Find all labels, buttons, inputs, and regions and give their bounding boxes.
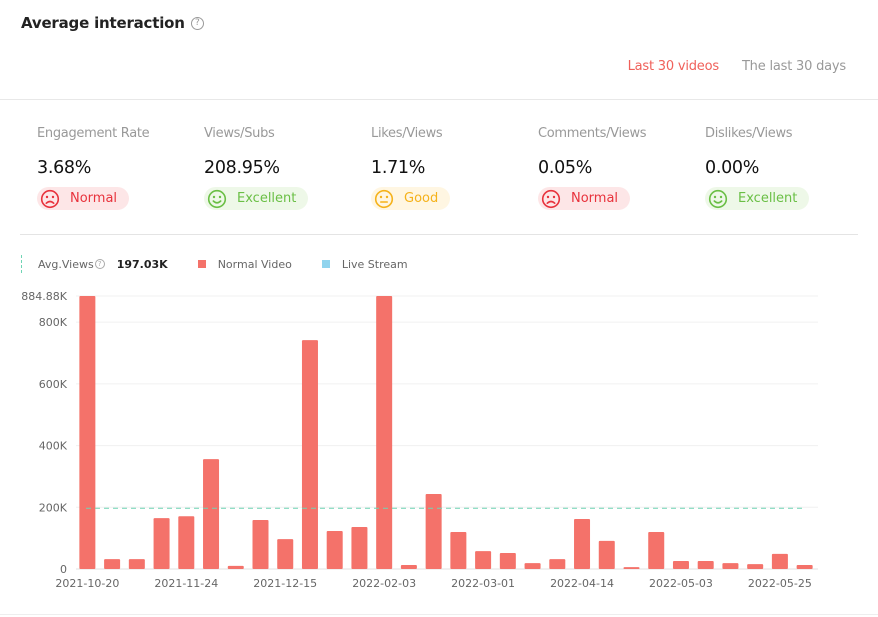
bar-normal-video[interactable]	[128, 559, 145, 569]
bar-normal-video[interactable]	[252, 519, 269, 569]
views-bar-chart: 0 200K 400K 600K 800K 884.88K 2021-10-20 2021-1…	[21, 290, 818, 590]
question-circle-icon[interactable]: ?	[190, 16, 204, 30]
status-badge: Normal	[37, 187, 130, 210]
legend-label: Normal Video	[217, 257, 292, 271]
status-badge: Good	[371, 187, 451, 210]
bar-normal-video[interactable]	[450, 531, 467, 569]
status-text: Normal	[571, 191, 619, 206]
bar-normal-video[interactable]	[376, 296, 393, 569]
sad-face-icon	[40, 189, 60, 209]
period-tabs: Last 30 videos The last 30 days	[628, 59, 847, 74]
metric-engagement-rate: Engagement Rate 3.68% Normal	[37, 126, 204, 213]
metric-value: 208.95%	[204, 158, 280, 178]
chart-legend: Avg.Views ? 197.03K Normal Video Live St…	[21, 255, 438, 273]
bar-normal-video[interactable]	[549, 559, 566, 569]
bar-normal-video[interactable]	[153, 518, 170, 569]
metric-comments-views: Comments/Views 0.05% Normal	[538, 126, 705, 213]
status-text: Excellent	[237, 191, 297, 206]
avg-views-label: Avg.Views ?	[38, 258, 105, 271]
x-tick-label: 2022-03-01	[451, 577, 515, 590]
normal-video-swatch	[197, 260, 206, 268]
bar-normal-video[interactable]	[203, 459, 220, 569]
metric-label: Views/Subs	[204, 126, 275, 141]
y-tick-label: 600K	[39, 378, 68, 391]
bar-normal-video[interactable]	[574, 519, 591, 569]
metric-label: Likes/Views	[371, 126, 443, 141]
bar-normal-video[interactable]	[499, 552, 516, 569]
smile-face-icon	[207, 189, 227, 209]
bar-normal-video[interactable]	[425, 494, 442, 569]
x-tick-label: 2021-10-20	[55, 577, 119, 590]
status-text: Good	[404, 191, 439, 206]
avg-views-label-text: Avg.Views	[38, 257, 94, 271]
y-tick-label: 800K	[39, 316, 68, 329]
bar-normal-video[interactable]	[351, 527, 368, 569]
neutral-face-icon	[374, 189, 394, 209]
metric-value: 3.68%	[37, 158, 92, 178]
bar-normal-video[interactable]	[178, 516, 195, 569]
metric-label: Dislikes/Views	[705, 126, 793, 141]
x-tick-label: 2022-05-25	[748, 577, 812, 590]
status-badge: Excellent	[705, 187, 810, 210]
y-tick-label: 200K	[39, 501, 68, 514]
bar-normal-video[interactable]	[771, 553, 788, 569]
bar-normal-video[interactable]	[796, 564, 813, 569]
legend-item-live-stream[interactable]: Live Stream	[321, 257, 408, 271]
bar-normal-video[interactable]	[475, 551, 492, 569]
bar-normal-video[interactable]	[277, 539, 294, 569]
sad-face-icon	[541, 189, 561, 209]
x-tick-label: 2021-11-24	[154, 577, 218, 590]
bar-normal-video[interactable]	[747, 564, 764, 569]
metric-likes-views: Likes/Views 1.71% Good	[371, 126, 538, 213]
bar-normal-video[interactable]	[326, 531, 343, 569]
tab-last-30-days[interactable]: The last 30 days	[742, 59, 846, 74]
metric-label: Engagement Rate	[37, 126, 150, 141]
metric-value: 1.71%	[371, 158, 426, 178]
section-header: Average interaction ? Last 30 videos The…	[0, 0, 878, 100]
smile-face-icon	[708, 189, 728, 209]
status-badge: Normal	[538, 187, 631, 210]
status-text: Normal	[70, 191, 118, 206]
question-circle-icon[interactable]: ?	[94, 259, 105, 269]
bottom-divider	[0, 614, 878, 615]
status-badge: Excellent	[204, 187, 309, 210]
bar-normal-video[interactable]	[623, 567, 640, 569]
metrics-row: Engagement Rate 3.68% Normal Views/Subs 208.…	[37, 126, 872, 213]
x-tick-label: 2022-04-14	[550, 577, 614, 590]
bar-normal-video[interactable]	[104, 559, 121, 569]
divider	[20, 234, 858, 235]
x-tick-label: 2021-12-15	[253, 577, 317, 590]
metric-views-subs: Views/Subs 208.95% Excellent	[204, 126, 371, 213]
bar-normal-video[interactable]	[722, 563, 739, 569]
x-tick-label: 2022-02-03	[352, 577, 416, 590]
bar-normal-video[interactable]	[697, 560, 714, 569]
bar-normal-video[interactable]	[648, 531, 665, 569]
status-text: Excellent	[738, 191, 798, 206]
legend-label: Live Stream	[341, 257, 408, 271]
y-tick-label: 884.88K	[21, 290, 67, 303]
avg-views-value: 197.03K	[116, 257, 168, 271]
bar-normal-video[interactable]	[400, 564, 417, 569]
metric-label: Comments/Views	[538, 126, 647, 141]
tab-last-30-videos[interactable]: Last 30 videos	[628, 59, 720, 74]
section-title-text: Average interaction	[21, 14, 185, 32]
legend-item-normal-video[interactable]: Normal Video	[197, 257, 292, 271]
metric-value: 0.05%	[538, 158, 593, 178]
bar-normal-video[interactable]	[301, 340, 318, 569]
bar-normal-video[interactable]	[227, 565, 244, 569]
section-title: Average interaction ?	[21, 14, 204, 32]
y-tick-label: 0	[60, 563, 67, 576]
bar-normal-video[interactable]	[598, 540, 615, 569]
bar-normal-video[interactable]	[672, 560, 689, 569]
live-stream-swatch	[321, 260, 330, 268]
bar-normal-video[interactable]	[524, 563, 541, 569]
metric-value: 0.00%	[705, 158, 760, 178]
x-tick-label: 2022-05-03	[649, 577, 713, 590]
avg-line-marker	[21, 255, 22, 273]
metric-dislikes-views: Dislikes/Views 0.00% Excellent	[705, 126, 872, 213]
bar-normal-video[interactable]	[79, 296, 96, 569]
y-tick-label: 400K	[39, 440, 68, 453]
